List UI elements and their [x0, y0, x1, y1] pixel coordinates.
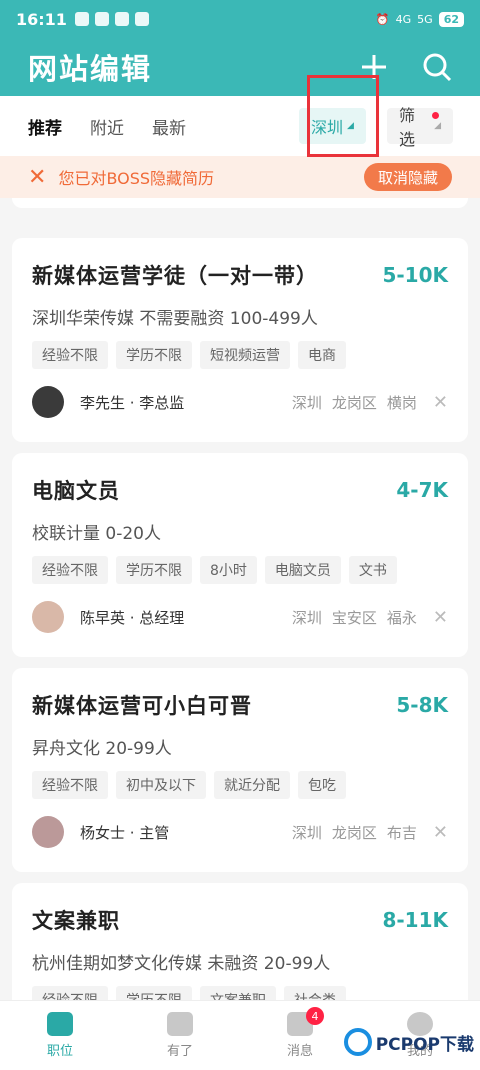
- hidden-resume-notice: ✕ 您已对BOSS隐藏简历 取消隐藏: [0, 156, 480, 198]
- location-area: 横岗: [386, 393, 417, 412]
- job-tag: 经验不限: [32, 986, 108, 1000]
- job-title: 文案兼职: [32, 909, 120, 933]
- alarm-icon: ⏰: [375, 12, 390, 26]
- tab-recommend[interactable]: 推荐: [28, 114, 62, 139]
- company-info: 昇舟文化 20-99人: [32, 739, 172, 759]
- message-icon: [94, 12, 109, 26]
- job-card[interactable]: 文案兼职 8-11K 杭州佳期如梦文化传媒 未融资 20-99人 经验不限 学历…: [12, 883, 468, 1000]
- dismiss-icon[interactable]: ✕: [433, 392, 448, 413]
- book-icon: [167, 1012, 193, 1036]
- job-tag: 短视频运营: [200, 341, 290, 369]
- status-icons: [74, 12, 149, 26]
- avatar: [32, 601, 64, 633]
- job-tag: 学历不限: [116, 341, 192, 369]
- location-city: 深圳: [291, 393, 322, 412]
- location-area: 布吉: [386, 823, 417, 842]
- location-city: 深圳: [291, 823, 322, 842]
- location-city: 深圳: [291, 608, 322, 627]
- location-district: 龙岗区: [331, 393, 377, 412]
- app-icon: [114, 12, 129, 26]
- location-district: 龙岗区: [331, 823, 377, 842]
- city-filter-button[interactable]: 深圳 ◢: [299, 108, 366, 144]
- job-tag: 就近分配: [214, 771, 290, 799]
- job-tag: 文案兼职: [200, 986, 276, 1000]
- job-tag: 学历不限: [116, 556, 192, 584]
- triangle-icon: ◢: [347, 121, 354, 131]
- job-tag: 经验不限: [32, 341, 108, 369]
- status-bar: 16:11 ⏰ 4G 5G 62: [0, 0, 480, 38]
- avatar: [32, 816, 64, 848]
- job-tag: 文书: [348, 556, 397, 584]
- add-icon[interactable]: [360, 53, 388, 81]
- pcpop-logo-icon: [343, 1028, 372, 1056]
- watermark: PCPOP下载: [343, 1028, 474, 1056]
- job-card[interactable]: 新媒体运营学徒（一对一带） 5-10K 深圳华荣传媒 不需要融资 100-499…: [12, 238, 468, 442]
- job-tag: 初中及以下: [116, 771, 206, 799]
- job-tag: 电脑文员: [264, 556, 341, 584]
- job-salary: 8-11K: [382, 908, 448, 932]
- job-title: 新媒体运营学徒（一对一带）: [32, 264, 318, 288]
- red-dot-badge: [432, 112, 439, 119]
- partial-card: [12, 198, 468, 208]
- nav-jobs[interactable]: 职位: [0, 1001, 120, 1070]
- notice-text: 您已对BOSS隐藏简历: [58, 169, 215, 188]
- tab-latest[interactable]: 最新: [152, 114, 186, 139]
- recruiter-name: 李先生 · 李总监: [80, 393, 185, 412]
- top-area: 16:11 ⏰ 4G 5G 62 网站编辑: [0, 0, 480, 96]
- job-tag: 包吃: [298, 771, 346, 799]
- network-label: 4G: [395, 12, 412, 26]
- job-salary: 4-7K: [396, 478, 448, 502]
- message-count-badge: 4: [306, 1007, 324, 1025]
- job-title: 电脑文员: [32, 479, 120, 503]
- header: 网站编辑: [0, 38, 480, 96]
- close-icon[interactable]: ✕: [28, 165, 46, 190]
- nav-label: 有了: [166, 1044, 193, 1059]
- briefcase-icon: [47, 1012, 73, 1036]
- job-card[interactable]: 电脑文员 4-7K 校联计量 0-20人 经验不限 学历不限 8小时 电脑文员 …: [12, 453, 468, 657]
- company-info: 杭州佳期如梦文化传媒 未融资 20-99人: [32, 954, 331, 974]
- job-tag: 社会类: [284, 986, 346, 1000]
- bottom-nav: 职位 有了 消息 4 我的 PCPOP下载: [0, 1000, 480, 1070]
- job-card[interactable]: 新媒体运营可小白可晋 5-8K 昇舟文化 20-99人 经验不限 初中及以下 就…: [12, 668, 468, 872]
- job-tag: 8小时: [200, 556, 257, 584]
- job-tag: 经验不限: [32, 771, 108, 799]
- notification-icon: [74, 12, 89, 26]
- job-tag: 电商: [298, 341, 346, 369]
- watermark-text: PCPOP下载: [375, 1034, 474, 1055]
- network2-label: 5G: [417, 12, 433, 26]
- dismiss-icon[interactable]: ✕: [433, 822, 448, 843]
- company-info: 深圳华荣传媒 不需要融资 100-499人: [32, 309, 318, 329]
- status-time: 16:11: [16, 9, 67, 29]
- job-salary: 5-8K: [396, 693, 448, 717]
- location-district: 宝安区: [331, 608, 377, 627]
- job-title: 新媒体运营可小白可晋: [32, 694, 252, 718]
- job-tag: 学历不限: [116, 986, 192, 1000]
- nav-label: 消息: [286, 1044, 313, 1059]
- tab-bar: 推荐 附近 最新 深圳 ◢ 筛选 ◢: [0, 96, 480, 156]
- avatar: [32, 386, 64, 418]
- telegram-icon: [134, 12, 149, 26]
- job-list: 新媒体运营学徒（一对一带） 5-10K 深圳华荣传媒 不需要融资 100-499…: [0, 198, 480, 1000]
- nav-youle[interactable]: 有了: [120, 1001, 240, 1070]
- search-icon[interactable]: [422, 52, 452, 82]
- recruiter-name: 杨女士 · 主管: [80, 823, 170, 842]
- status-right: ⏰ 4G 5G 62: [375, 11, 464, 27]
- nav-messages[interactable]: 消息 4: [240, 1001, 360, 1070]
- dismiss-icon[interactable]: ✕: [433, 607, 448, 628]
- filter-label: 筛选: [399, 106, 416, 149]
- job-salary: 5-10K: [382, 263, 448, 287]
- tab-nearby[interactable]: 附近: [90, 114, 124, 139]
- battery-indicator: 62: [438, 11, 464, 27]
- unhide-button[interactable]: 取消隐藏: [363, 163, 452, 191]
- recruiter-name: 陈早英 · 总经理: [80, 608, 185, 627]
- triangle-icon: ◢: [434, 121, 441, 131]
- filter-button[interactable]: 筛选 ◢: [387, 106, 453, 149]
- nav-label: 职位: [46, 1044, 73, 1059]
- city-filter-label: 深圳: [311, 118, 344, 137]
- job-tag: 经验不限: [32, 556, 108, 584]
- location-area: 福永: [386, 608, 417, 627]
- company-info: 校联计量 0-20人: [32, 524, 161, 544]
- page-title: 网站编辑: [28, 52, 153, 86]
